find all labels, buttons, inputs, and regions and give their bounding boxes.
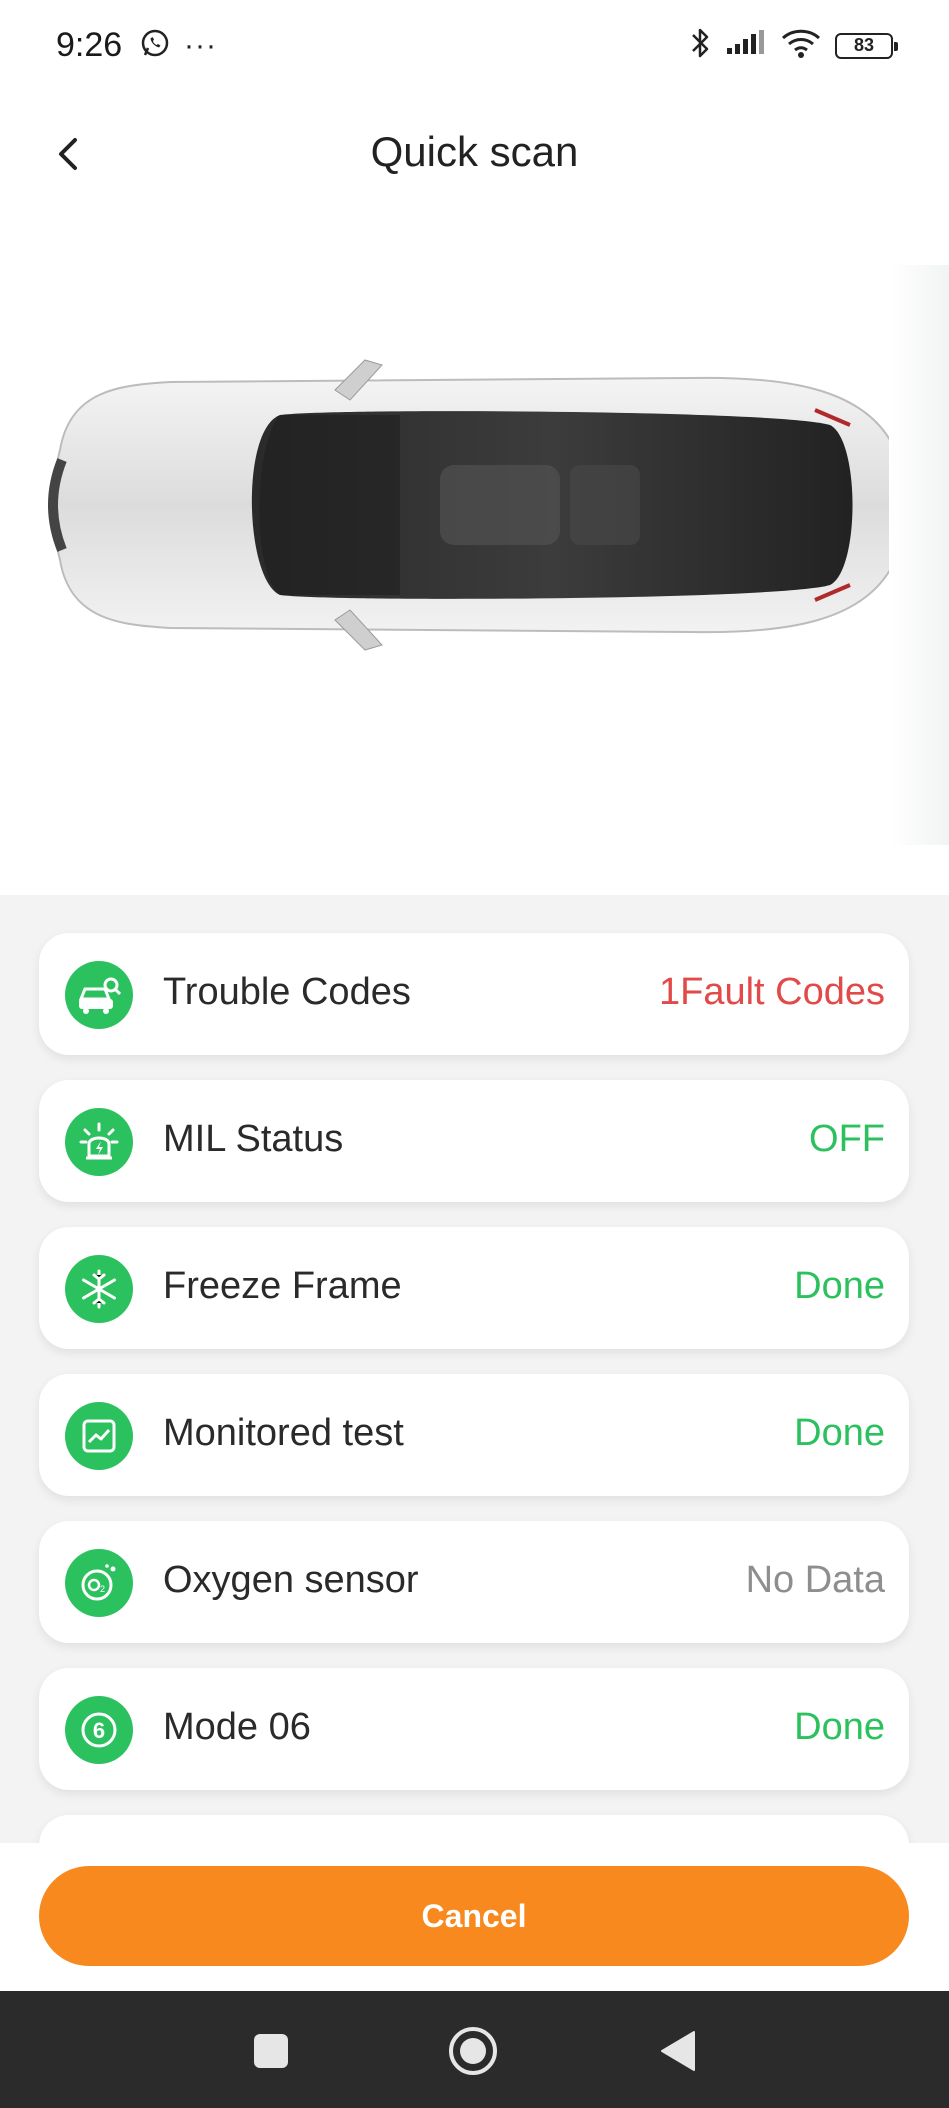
line-chart-icon — [65, 1402, 133, 1470]
home-button[interactable] — [445, 2023, 501, 2079]
bottom-action-bar: Cancel — [0, 1843, 949, 1991]
recent-apps-button[interactable] — [243, 2023, 299, 2079]
app-header: Quick scan — [0, 100, 949, 210]
o2-sensor-icon: 2 — [65, 1549, 133, 1617]
system-nav-bar — [0, 1991, 949, 2108]
svg-text:2: 2 — [100, 1584, 105, 1594]
item-value: Done — [794, 1412, 885, 1454]
number-six-icon: 6 — [65, 1696, 133, 1764]
status-time: 9:26 — [56, 26, 123, 64]
car-image — [0, 210, 949, 895]
recent-apps-icon — [254, 2034, 288, 2068]
back-triangle-icon — [661, 2031, 695, 2071]
list-item-partial — [39, 1815, 909, 1843]
svg-text:6: 6 — [93, 1718, 105, 1743]
item-value: 1Fault Codes — [658, 971, 885, 1013]
list-item-trouble-codes[interactable]: Trouble Codes 1Fault Codes — [39, 933, 909, 1055]
nav-back-button[interactable] — [650, 2023, 706, 2079]
item-label: Monitored test — [163, 1412, 404, 1454]
signal-icon — [727, 30, 767, 61]
list-item-monitored-test[interactable]: Monitored test Done — [39, 1374, 909, 1496]
status-overflow-dots: ··· — [184, 28, 217, 62]
list-item-mode-06[interactable]: 6 Mode 06 Done — [39, 1668, 909, 1790]
item-value: OFF — [809, 1118, 885, 1160]
item-label: Freeze Frame — [163, 1265, 402, 1307]
car-search-icon — [65, 961, 133, 1029]
warning-light-icon — [65, 1108, 133, 1176]
home-icon — [449, 2027, 497, 2075]
car-top-view-image — [48, 359, 906, 651]
item-value: Done — [794, 1265, 885, 1307]
status-bar: 9:26 ··· 83 — [0, 0, 949, 90]
list-item-mil-status[interactable]: MIL Status OFF — [39, 1080, 909, 1202]
item-value: No Data — [745, 1559, 885, 1601]
item-label: MIL Status — [163, 1118, 344, 1160]
scan-results-list: Trouble Codes 1Fault Codes MIL Status OF… — [0, 895, 949, 1843]
item-value: Done — [794, 1706, 885, 1748]
snowflake-icon — [65, 1255, 133, 1323]
list-item-oxygen-sensor[interactable]: 2 Oxygen sensor No Data — [39, 1521, 909, 1643]
wifi-icon — [781, 27, 821, 64]
page-title: Quick scan — [370, 128, 579, 175]
cancel-button[interactable]: Cancel — [39, 1866, 909, 1966]
item-label: Mode 06 — [163, 1706, 311, 1748]
list-item-freeze-frame[interactable]: Freeze Frame Done — [39, 1227, 909, 1349]
bluetooth-icon — [689, 26, 713, 65]
item-label: Oxygen sensor — [163, 1559, 419, 1601]
battery-indicator: 83 — [835, 32, 898, 59]
item-label: Trouble Codes — [163, 971, 411, 1013]
whatsapp-icon — [140, 28, 170, 63]
